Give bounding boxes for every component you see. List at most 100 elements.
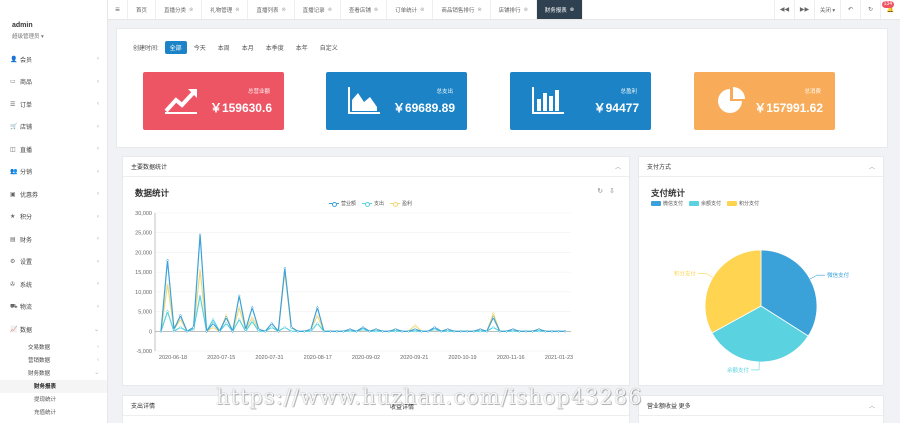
sidebar-item-label: 会员: [20, 57, 33, 64]
close-icon[interactable]: ⊗: [524, 7, 528, 13]
back-icon[interactable]: ↶: [840, 0, 860, 19]
restore-icon[interactable]: ↻: [597, 187, 603, 195]
sidebar-subitem-0[interactable]: 交易数据 ‹: [0, 341, 107, 354]
data-point: [238, 306, 241, 309]
data-point: [492, 312, 495, 315]
filter-option-4[interactable]: 本季度: [261, 41, 289, 54]
sidebar-item-7[interactable]: ★ 积分 ‹: [0, 206, 107, 229]
sidebar-item-label: 积分: [20, 215, 33, 222]
revenue-detail-panel: 营业额收益 更多 ︿: [638, 395, 884, 423]
pie-legend-item-1[interactable]: 余额支付: [689, 200, 721, 207]
close-icon[interactable]: ⊗: [189, 7, 193, 13]
revenue-detail-title[interactable]: 营业额收益 更多: [647, 401, 691, 410]
data-point: [218, 330, 221, 333]
data-point: [264, 330, 267, 333]
sidebar-item-9[interactable]: ⚙ 设置 ‹: [0, 251, 107, 274]
menu-toggle-icon[interactable]: ≡: [108, 0, 128, 19]
tab-6[interactable]: 订单统计 ⊗: [387, 0, 434, 19]
filter-option-1[interactable]: 今天: [189, 41, 211, 54]
collapse-icon[interactable]: ︿: [869, 162, 875, 171]
tab-2[interactable]: 礼物管理 ⊗: [202, 0, 249, 19]
close-icon[interactable]: ⊗: [328, 7, 332, 13]
sidebar-subitem-label: 财务数据: [28, 371, 51, 377]
sidebar-item-label: 店铺: [20, 125, 33, 132]
close-icon[interactable]: ⊗: [374, 7, 378, 13]
pie-legend-item-2[interactable]: 积分支付: [727, 200, 759, 207]
legend-item-1[interactable]: 支出: [362, 200, 384, 207]
tab-8[interactable]: 店铺排行 ⊗: [491, 0, 537, 19]
refresh-icon[interactable]: ↻: [860, 0, 880, 19]
tab-0[interactable]: 首页: [128, 0, 157, 19]
filter-option-3[interactable]: 本月: [237, 41, 259, 54]
sidebar-report-item-1[interactable]: 提现统计: [0, 393, 107, 406]
filter-option-5[interactable]: 本年: [291, 41, 313, 54]
tab-4[interactable]: 直播记录 ⊗: [295, 0, 341, 19]
sidebar-item-8[interactable]: ▤ 财务 ‹: [0, 228, 107, 251]
tab-prev-button[interactable]: ◀◀: [774, 0, 794, 19]
sidebar-subitem-1[interactable]: 营销数据 ‹: [0, 354, 107, 367]
stat-card-value: ￥157991.62: [754, 101, 823, 115]
close-icon[interactable]: ⊗: [235, 7, 239, 13]
chevron-left-icon: ‹: [97, 78, 99, 85]
stat-card-3: 总消费 ￥157991.62: [694, 72, 835, 130]
watermark: https://www.huzhan.com/ishop43286: [216, 385, 643, 409]
sidebar-item-10[interactable]: ✇ 系统 ‹: [0, 273, 107, 296]
system-icon: ✇: [10, 281, 16, 288]
filter-option-6[interactable]: 自定义: [315, 41, 343, 54]
tab-1[interactable]: 直播分类 ⊗: [156, 0, 203, 19]
tab-5[interactable]: 查看店铺 ⊗: [341, 0, 388, 19]
legend-item-0[interactable]: 营业额: [329, 200, 356, 207]
sidebar-item-0[interactable]: 👤 会员 ‹: [0, 48, 107, 71]
download-icon[interactable]: ⇩: [609, 187, 615, 195]
data-point: [374, 328, 378, 331]
data-point: [179, 314, 182, 317]
sidebar-item-11[interactable]: ⛟ 物流 ‹: [0, 296, 107, 319]
collapse-icon[interactable]: ︿: [615, 162, 621, 171]
pie-chart-legend: 微信支付 余额支付 积分支付: [651, 200, 765, 207]
line-chart: 30,000 25,000 20,000 15,000 10,000 5,000 0 -5,0…: [135, 211, 573, 361]
sidebar-item-1[interactable]: ▭ 商品 ‹: [0, 71, 107, 94]
sidebar-report-item-2[interactable]: 充值统计: [0, 406, 107, 419]
sidebar-item-6[interactable]: ▣ 优惠券 ‹: [0, 183, 107, 206]
tab-7[interactable]: 商品销售排行 ⊗: [433, 0, 491, 19]
filter-option-0[interactable]: 全部: [164, 41, 187, 54]
close-icon[interactable]: ⊗: [420, 7, 424, 13]
data-point: [381, 330, 384, 333]
data-point: [244, 328, 247, 331]
sidebar-report-item-0[interactable]: 财务报表: [0, 379, 107, 393]
tab-close-dropdown[interactable]: 关闭 ▾: [814, 0, 840, 19]
pie-legend-item-0[interactable]: 微信支付: [651, 200, 683, 207]
filter-option-2[interactable]: 本周: [213, 41, 235, 54]
data-point: [231, 330, 234, 333]
notification-button[interactable]: 🔔 134: [880, 0, 900, 19]
data-point: [394, 328, 397, 331]
close-icon[interactable]: ⊗: [477, 7, 481, 13]
data-point: [251, 316, 254, 319]
logistics-icon: ⛟: [10, 303, 18, 310]
close-icon[interactable]: ⊗: [281, 7, 285, 13]
sidebar-item-4[interactable]: ◫ 直播 ‹: [0, 138, 107, 161]
sidebar-item-5[interactable]: 👥 分销 ‹: [0, 161, 107, 184]
collapse-icon[interactable]: ︿: [869, 401, 875, 410]
sidebar-item-12[interactable]: 📈 数据 ⌄: [0, 318, 107, 341]
data-point: [472, 330, 475, 333]
data-point: [316, 314, 319, 317]
data-point: [413, 330, 417, 333]
stat-card-label: 总营业额: [247, 89, 270, 95]
tab-3[interactable]: 直播列表 ⊗: [248, 0, 295, 19]
sidebar-item-2[interactable]: ☰ 订单 ‹: [0, 93, 107, 116]
tab-next-button[interactable]: ▶▶: [794, 0, 814, 19]
data-point: [238, 318, 241, 321]
sidebar-subitem-2[interactable]: 财务数据 ⌄: [0, 367, 107, 380]
legend-item-2[interactable]: 盈利: [390, 200, 412, 207]
sidebar-item-3[interactable]: 🛒 店铺 ‹: [0, 116, 107, 139]
data-point: [440, 330, 443, 333]
user-role-dropdown[interactable]: 超级管理员 ▾: [12, 32, 95, 40]
tab-9[interactable]: 财务报表 ⊗: [536, 0, 583, 19]
data-point: [361, 328, 365, 331]
y-tick-label: -5,000: [136, 349, 152, 355]
data-point: [413, 324, 417, 327]
data-point: [172, 328, 176, 331]
close-icon[interactable]: ⊗: [570, 7, 574, 13]
stat-card-label: 总支出: [436, 89, 453, 95]
